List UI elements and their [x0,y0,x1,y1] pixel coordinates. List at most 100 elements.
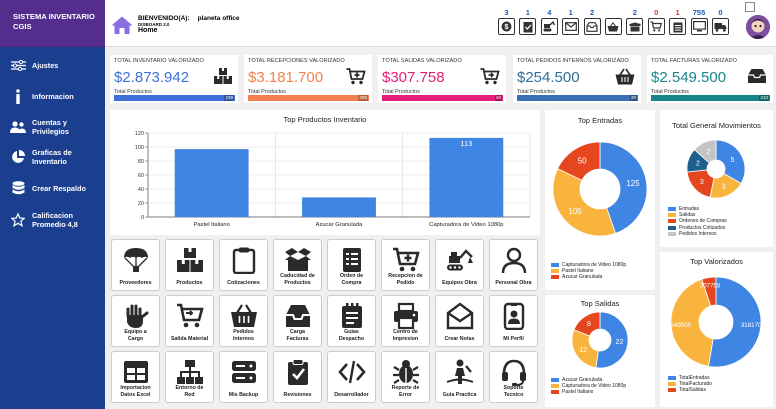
toolbar-excavator[interactable]: 4 [540,8,559,35]
kpi-card-pedidos[interactable]: TOTAL PEDIDOS INTERNOS VALORIZADO $254.5… [513,55,641,103]
legend-swatch [668,225,676,230]
inbox-small-icon [583,18,601,35]
tile-salida-material[interactable]: Salida Material [165,295,214,347]
pie-data-label: 8 [587,321,591,328]
sidebar-item-graficas[interactable]: Graficas de Inventario [0,148,105,166]
tile-label: Soporte Tecnico [490,385,537,398]
tile-proveedores[interactable]: Proveedores [111,239,160,291]
toolbar-check[interactable]: 1 [518,8,537,35]
tile-centro-de[interactable]: Centro de Impresion [381,295,430,347]
sidebar-item-respaldo[interactable]: Crear Respaldo [0,181,105,195]
pie-data-label: 3 [700,179,704,186]
y-tick-label: 80 [138,159,144,165]
cart-plus-icon [382,246,429,274]
tile-label: Mi Perfil [490,336,537,342]
toolbar-mail[interactable]: 1 [561,8,580,35]
legend-swatch [668,207,676,212]
truck-icon [711,18,729,35]
tile-soporte[interactable]: Soporte Tecnico [489,351,538,403]
toolbar-inbox[interactable]: 2 [583,8,602,35]
toolbar-box[interactable]: 2 [625,8,644,35]
bar[interactable] [302,197,376,217]
kpi-card-facturas[interactable]: TOTAL FACTURAS VALORIZADO $2.549.500 Tot… [647,55,773,103]
kpi-bar: 40 [382,95,503,101]
legend-entry[interactable]: Capturadora de Video 1080p [551,383,626,389]
tile-importacion[interactable]: Importacion Datos Excel [111,351,160,403]
tile-label-line1: Mi Perfil [503,335,524,342]
kpi-card-recepciones[interactable]: TOTAL RECEPCIONES VALORIZADO $3.181.700 … [244,55,372,103]
sidebar-item-ajustes[interactable]: Ajustes [0,58,105,72]
user-name: planeta office [197,15,240,22]
kpi-bar: 210 [651,95,770,101]
tile-label: Caducidad de Productos [274,273,321,286]
tile-equipo-a[interactable]: Equipo a Cargo [111,295,160,347]
tile-orden-de[interactable]: Orden de Compra [327,239,376,291]
tile-recepcion-de[interactable]: Recepcion de Pedido [381,239,430,291]
toolbar-cart[interactable]: 0 [647,8,666,35]
tile-label: Equipo a Cargo [112,329,159,342]
bar[interactable] [429,137,504,217]
bar[interactable] [174,149,249,217]
tile-guia-practica[interactable]: Guia Practica [435,351,484,403]
tile-label: Revisiones [274,392,321,398]
checkbox-toggle[interactable] [745,2,755,12]
kpi-label: TOTAL INVENTARIO VALORIZADO [114,58,204,64]
legend-swatch [551,390,559,395]
legend-label: Azucar Granulada [562,377,603,384]
toolbar-basket[interactable] [604,8,623,35]
legend-entry[interactable]: TotalSalidas [668,387,712,393]
legend-entry[interactable]: Pastel Italiano [551,389,626,395]
tile-equipos-obra[interactable]: Equipos Obra [435,239,484,291]
pie-data-label: 12 [579,347,587,354]
tile-desarrollador[interactable]: Desarrollador [327,351,376,403]
tile-label: Guia Practica [436,392,483,398]
legend-entry[interactable]: Capturadora de Video 1080p [551,262,626,268]
legend-entry[interactable]: Azucar Granulada [551,274,626,280]
sidebar-item-calificacion[interactable]: Calificacion Promedio 4,8 [0,211,105,229]
legend-swatch [551,384,559,389]
tile-label-line2: Productos [284,279,311,286]
kpi-card-inventario[interactable]: TOTAL INVENTARIO VALORIZADO $2.873.942 T… [110,55,238,103]
tile-label-line1: Guia Practica [442,391,477,398]
tile-label-line2: Internos [233,335,254,342]
tile-mis-backup[interactable]: Mis Backup [219,351,268,403]
tile-reporte-de[interactable]: Reporte de Error [381,351,430,403]
table-icon [112,358,159,386]
pie-data-label: 125 [626,179,640,188]
kpi-count: 40 [494,95,502,101]
basket-small-icon [604,18,622,35]
kpi-bar: 280 [248,95,369,101]
tile-guias[interactable]: Guias Despacho [327,295,376,347]
avatar[interactable] [746,15,770,39]
tile-label-line1: Mis Backup [228,391,259,398]
tile-revisiones[interactable]: Revisiones [273,351,322,403]
tile-caducidad-de[interactable]: Caducidad de Productos [273,239,322,291]
legend-label: Pastel Italiano [562,268,594,275]
pie-slice[interactable] [552,168,617,237]
tile-crear-notas[interactable]: Crear Notas [435,295,484,347]
tile-cotizaciones[interactable]: Cotizaciones [219,239,268,291]
legend-entry[interactable]: Pedidos Internos [668,231,727,237]
sidebar-item-informacion[interactable]: Informacion [0,88,105,104]
sidebar: SISTEMA INVENTARIO CGIS Ajustes Informac… [0,0,105,409]
toolbar-dollar[interactable]: 3 $ [497,8,516,35]
headset-icon [490,358,537,386]
legend-swatch [668,213,676,218]
kpi-card-salidas[interactable]: TOTAL SALIDAS VALORIZADO $307.758 Total … [378,55,506,103]
tile-carga[interactable]: Carga Facturas [273,295,322,347]
toolbar-truck[interactable]: 0 [711,8,730,35]
tile-personal-obra[interactable]: Personal Obra [489,239,538,291]
open-box-small-icon [626,18,644,35]
tile-productos[interactable]: Productos [165,239,214,291]
legend-label: Entradas [679,206,700,213]
tile-pedidos[interactable]: Pedidos Internos [219,295,268,347]
basket-icon [220,302,267,330]
home-icon[interactable] [111,16,133,39]
id-badge-icon [490,302,537,330]
sidebar-item-cuentas[interactable]: Cuentas y Privilegios [0,118,105,136]
tile-label: Productos [166,280,213,286]
toolbar-clipboard[interactable]: 1 [668,8,687,35]
tile-entorno-de[interactable]: Entorno de Red [165,351,214,403]
tile-mi-perfil[interactable]: Mi Perfil [489,295,538,347]
toolbar-monitor[interactable]: 755 [690,8,709,35]
